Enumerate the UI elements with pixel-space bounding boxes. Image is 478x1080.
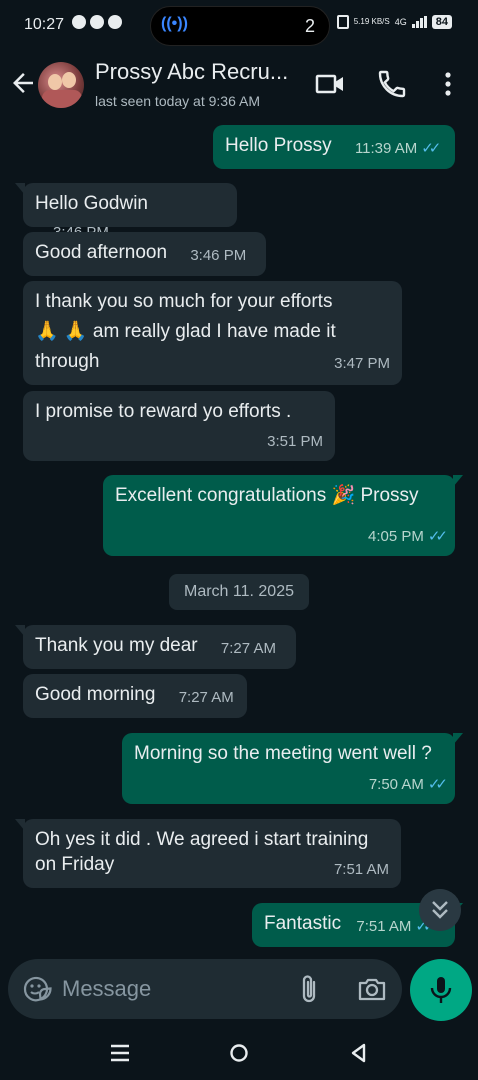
back-triangle-icon[interactable] — [346, 1040, 372, 1066]
double-check-icon: ✓✓ — [421, 140, 441, 157]
vibrate-icon — [336, 15, 349, 29]
message-time: 11:39 AM ✓✓ — [354, 140, 441, 157]
bubble-tail — [453, 475, 463, 487]
more-vertical-icon[interactable] — [432, 68, 464, 100]
phone-icon[interactable] — [376, 68, 408, 100]
message-input[interactable] — [62, 975, 282, 1003]
network-speed: 5.19 KB/S — [353, 17, 390, 26]
camera-icon[interactable] — [356, 973, 388, 1005]
signal-icon — [411, 16, 427, 28]
status-right: 5.19 KB/S 4G 84 — [336, 15, 452, 29]
home-icon[interactable] — [226, 1040, 252, 1066]
back-arrow-icon[interactable] — [8, 68, 38, 98]
notification-icons — [72, 15, 122, 29]
message-outgoing[interactable]: Excellent congratulations 🎉 Prossy 4:05 … — [103, 475, 463, 556]
last-seen-status: last seen today at 9:36 AM — [95, 93, 260, 109]
message-text: Thank you my dear — [35, 635, 198, 656]
message-time: 7:50 AM ✓✓ — [368, 776, 448, 793]
message-time: 3:46 PM — [190, 247, 247, 264]
message-line: 🙏 🙏 am really glad I have made it — [35, 321, 336, 342]
snapchat-icon — [90, 15, 104, 29]
message-outgoing[interactable]: Morning so the meeting went well ? 7:50 … — [122, 733, 463, 804]
message-text: Hello Godwin — [35, 193, 148, 214]
bubble-tail — [15, 183, 25, 195]
message-incoming[interactable]: Hello Godwin 3:46 PM — [15, 183, 237, 241]
message-time: 4:05 PM ✓✓ — [367, 528, 448, 545]
microphone-icon — [430, 977, 452, 1003]
bubble-tail — [453, 733, 463, 745]
message-text: Hello Prossy — [225, 135, 332, 156]
message-incoming[interactable]: Good morning 7:27 AM — [23, 674, 247, 718]
message-incoming[interactable]: Oh yes it did . We agreed i start traini… — [15, 819, 401, 888]
sticker-icon[interactable] — [20, 973, 52, 1005]
chat-area[interactable]: Hello Prossy 11:39 AM✓✓ Hello Godwin 3:4… — [0, 120, 478, 955]
message-time: 7:27 AM — [178, 689, 234, 706]
message-text: Fantastic — [264, 913, 342, 934]
hotspot-icon: ((•)) — [161, 15, 188, 32]
message-time: 3:51 PM — [267, 433, 323, 450]
message-text: Good afternoon — [35, 242, 168, 263]
message-text: Good morning — [35, 684, 156, 705]
video-camera-icon[interactable] — [314, 68, 346, 100]
dynamic-island[interactable]: ((•)) 2 — [150, 6, 330, 46]
double-check-icon: ✓✓ — [427, 528, 448, 545]
message-incoming[interactable]: I promise to reward yo efforts . 3:51 PM — [23, 391, 335, 461]
message-incoming[interactable]: Thank you my dear 7:27 AM — [15, 625, 296, 669]
contact-name[interactable]: Prossy Abc Recru... — [95, 59, 288, 85]
voice-message-button[interactable] — [410, 959, 472, 1021]
message-composer — [8, 959, 402, 1019]
bubble-tail — [15, 819, 25, 831]
facebook-icon — [108, 15, 122, 29]
status-bar: 10:27 ((•)) 2 5.19 KB/S 4G 84 — [0, 0, 478, 50]
battery-level: 84 — [431, 15, 452, 29]
message-incoming[interactable]: I thank you so much for your efforts 🙏 🙏… — [23, 281, 402, 385]
system-nav-bar — [0, 1026, 478, 1080]
network-type: 4G — [394, 17, 407, 27]
paperclip-icon[interactable] — [295, 973, 325, 1005]
messenger-icon — [72, 15, 86, 29]
message-text: Morning so the meeting went well ? — [134, 743, 432, 764]
message-line: Oh yes it did . We agreed i start traini… — [35, 829, 369, 850]
date-separator: March 11. 2025 — [169, 574, 309, 610]
recents-icon[interactable] — [107, 1040, 133, 1066]
message-time: 7:51 AM — [333, 861, 389, 878]
message-outgoing[interactable]: Hello Prossy 11:39 AM ✓✓ — [213, 125, 455, 169]
bubble-tail — [15, 625, 25, 637]
status-time: 10:27 — [24, 16, 65, 33]
message-line: I thank you so much for your efforts — [35, 291, 333, 312]
message-time: 7:27 AM — [220, 640, 276, 657]
island-count: 2 — [304, 16, 315, 36]
message-time: 3:47 PM — [334, 355, 390, 372]
message-time: 7:51 AM ✓✓ — [356, 918, 435, 935]
message-incoming[interactable]: Good afternoon 3:46 PM — [23, 232, 266, 276]
message-text: Excellent congratulations 🎉 Prossy — [115, 485, 419, 506]
avatar[interactable] — [38, 62, 84, 108]
double-check-icon: ✓✓ — [427, 776, 448, 793]
double-chevron-down-icon[interactable] — [419, 889, 461, 931]
chat-header: Prossy Abc Recru... last seen today at 9… — [0, 50, 478, 120]
message-text: I promise to reward yo efforts . — [35, 401, 292, 422]
